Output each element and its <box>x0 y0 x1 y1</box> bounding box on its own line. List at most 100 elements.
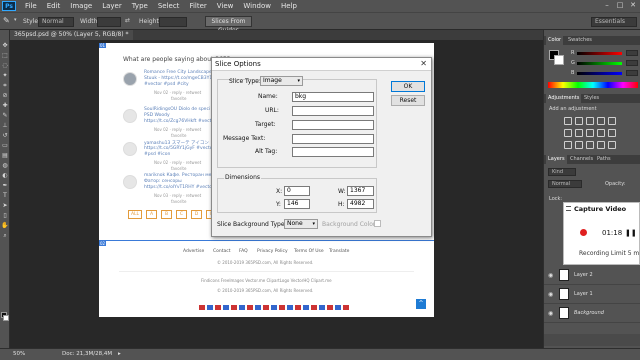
slider-g[interactable] <box>577 62 622 65</box>
tab-color[interactable]: Color <box>546 36 564 45</box>
footer-link-faq[interactable]: FAQ <box>239 249 248 254</box>
invert-icon[interactable] <box>564 141 572 149</box>
visibility-eye-icon[interactable]: ◉ <box>548 291 553 298</box>
pagination-a[interactable]: A <box>146 210 157 219</box>
marquee-tool-icon[interactable]: ⬚ <box>1 52 9 59</box>
vibrance-icon[interactable] <box>608 117 616 125</box>
gradient-map-icon[interactable] <box>597 141 605 149</box>
curves-icon[interactable] <box>586 117 594 125</box>
slider-r[interactable] <box>577 52 622 55</box>
slice-background-type-select[interactable]: None ▾ <box>284 219 318 229</box>
slider-b-value[interactable] <box>626 70 638 76</box>
posterize-icon[interactable] <box>575 141 583 149</box>
h-field[interactable]: 4982 <box>347 199 374 209</box>
minimize-icon[interactable]: – <box>602 1 612 10</box>
menu-layer[interactable]: Layer <box>97 2 127 10</box>
hand-tool-icon[interactable]: ✋ <box>1 222 9 229</box>
zoom-level[interactable]: 50% <box>13 351 25 357</box>
pagination-c[interactable]: C <box>176 210 187 219</box>
type-tool-icon[interactable]: T <box>1 192 9 199</box>
language-flags[interactable] <box>199 305 349 310</box>
style-select[interactable]: Normal <box>38 17 74 27</box>
crop-tool-icon[interactable]: ⌗ <box>1 82 9 89</box>
background-color-swatch[interactable] <box>3 315 9 321</box>
quick-select-tool-icon[interactable]: ✦ <box>1 72 9 79</box>
channel-mixer-icon[interactable] <box>608 129 616 137</box>
x-field[interactable]: 0 <box>284 186 310 196</box>
close-window-icon[interactable]: ✕ <box>628 1 638 10</box>
document-tab[interactable]: 365psd.psd @ 50% (Layer 5, RGB/8) * <box>10 30 133 40</box>
alt-tag-field[interactable] <box>292 147 374 157</box>
slices-from-guides-button[interactable]: Slices From Guides <box>205 16 252 34</box>
levels-icon[interactable] <box>575 117 583 125</box>
pagination-b[interactable]: B <box>161 210 172 219</box>
visibility-eye-icon[interactable]: ◉ <box>548 310 553 317</box>
dialog-titlebar[interactable]: Slice Options ✕ <box>212 58 431 71</box>
pagination-all[interactable]: ALL <box>128 210 142 219</box>
capture-video-widget[interactable]: Capture Video 01:18 ❚❚ Recording Limit 5… <box>563 202 640 265</box>
layer-row[interactable]: ◉ Background <box>544 304 640 323</box>
height-input[interactable] <box>159 17 187 27</box>
pen-tool-icon[interactable]: ✒ <box>1 182 9 189</box>
pagination-d[interactable]: D <box>191 210 202 219</box>
layer-row[interactable]: ◉ Layer 1 <box>544 285 640 304</box>
workspace-select[interactable]: Essentials <box>591 17 637 27</box>
gradient-tool-icon[interactable]: ▤ <box>1 152 9 159</box>
record-icon[interactable] <box>580 229 587 236</box>
footer-link-translate[interactable]: Translate <box>329 249 349 254</box>
path-select-tool-icon[interactable]: ➤ <box>1 202 9 209</box>
slider-g-value[interactable] <box>626 60 638 66</box>
width-input[interactable] <box>97 17 121 27</box>
menu-image[interactable]: Image <box>65 2 97 10</box>
zoom-tool-icon[interactable]: ⌕ <box>1 232 9 239</box>
menu-edit[interactable]: Edit <box>42 2 66 10</box>
visibility-eye-icon[interactable]: ◉ <box>548 272 553 279</box>
threshold-icon[interactable] <box>586 141 594 149</box>
color-balance-icon[interactable] <box>575 129 583 137</box>
menu-select[interactable]: Select <box>153 2 185 10</box>
tool-preset-chevron-icon[interactable]: ▾ <box>14 17 17 23</box>
tab-styles[interactable]: Styles <box>582 94 601 103</box>
eyedropper-tool-icon[interactable]: ⊘ <box>1 92 9 99</box>
brush-tool-icon[interactable]: ✎ <box>1 112 9 119</box>
footer-link-privacy[interactable]: Privacy Policy <box>257 249 288 254</box>
swap-icon[interactable]: ⇄ <box>125 17 130 24</box>
history-brush-icon[interactable]: ↺ <box>1 132 9 139</box>
color-spectrum[interactable] <box>548 82 638 88</box>
ok-button[interactable]: OK <box>391 81 425 92</box>
slice-type-select[interactable]: Image ▾ <box>260 76 303 86</box>
menu-file[interactable]: File <box>20 2 42 10</box>
lasso-tool-icon[interactable]: ◌ <box>1 62 9 69</box>
layer-row[interactable]: ◉ Layer 2 <box>544 266 640 285</box>
slider-r-value[interactable] <box>626 50 638 56</box>
footer-link-terms[interactable]: Terms Of Use <box>294 249 324 254</box>
tab-swatches[interactable]: Swatches <box>566 36 594 45</box>
status-arrow-icon[interactable]: ▸ <box>118 351 121 357</box>
menu-window[interactable]: Window <box>238 2 276 10</box>
menu-help[interactable]: Help <box>276 2 302 10</box>
target-field[interactable] <box>292 120 374 130</box>
selective-color-icon[interactable] <box>608 141 616 149</box>
hamburger-icon[interactable] <box>566 206 571 211</box>
slice-tool-icon[interactable]: ✎ <box>3 16 13 26</box>
w-field[interactable]: 1367 <box>347 186 374 196</box>
name-field[interactable]: bkg <box>292 92 374 102</box>
menu-type[interactable]: Type <box>127 2 153 10</box>
blur-tool-icon[interactable]: ◍ <box>1 162 9 169</box>
bg-swatch[interactable] <box>554 55 564 65</box>
tab-paths[interactable]: Paths <box>595 155 613 164</box>
footer-link-advertise[interactable]: Advertise <box>183 249 204 254</box>
url-field[interactable] <box>292 106 374 116</box>
menu-view[interactable]: View <box>212 2 239 10</box>
stamp-tool-icon[interactable]: ⊥ <box>1 122 9 129</box>
exposure-icon[interactable] <box>597 117 605 125</box>
pause-icon[interactable]: ❚❚ <box>625 229 637 237</box>
reset-button[interactable]: Reset <box>391 95 425 106</box>
footer-link-contact[interactable]: Contact <box>213 249 231 254</box>
tab-adjustments[interactable]: Adjustments <box>546 94 582 103</box>
photo-filter-icon[interactable] <box>597 129 605 137</box>
healing-tool-icon[interactable]: ✚ <box>1 102 9 109</box>
dodge-tool-icon[interactable]: ◐ <box>1 172 9 179</box>
tab-channels[interactable]: Channels <box>568 155 595 164</box>
background-color-swatch[interactable] <box>374 220 381 227</box>
